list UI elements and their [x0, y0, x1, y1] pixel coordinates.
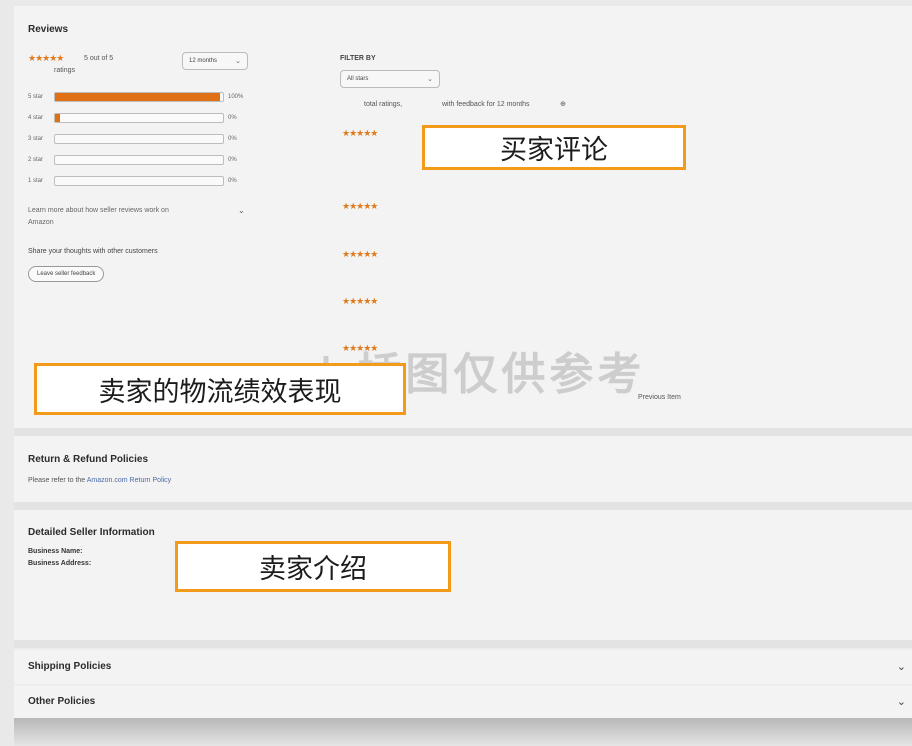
other-policies-title: Other Policies — [28, 696, 96, 707]
filter-select-value: All stars — [347, 76, 369, 82]
shipping-policies-title: Shipping Policies — [28, 661, 112, 672]
bar-label-5: 5 star — [28, 94, 44, 100]
share-thoughts-heading: Share your thoughts with other customers — [28, 248, 158, 255]
return-policies-text: Please refer to the Amazon.com Return Po… — [28, 477, 171, 484]
bar-label-3: 3 star — [28, 136, 44, 142]
rating-text: 5 out of 5 — [84, 55, 114, 62]
reviews-title: Reviews — [28, 24, 69, 35]
filter-by-label: FILTER BY — [340, 55, 376, 62]
feedback-period-text: with feedback for 12 months — [442, 101, 530, 108]
bar-label-1: 1 star — [28, 178, 44, 184]
chevron-down-icon[interactable]: ⌄ — [897, 695, 906, 708]
callout-buyer-reviews: 买家评论 — [422, 125, 686, 170]
learn-more-link-2[interactable]: Amazon — [28, 219, 54, 226]
chevron-down-icon: ⌄ — [427, 76, 433, 83]
bar-label-4: 4 star — [28, 115, 44, 121]
rating-bar-fill — [55, 93, 220, 101]
section-divider — [14, 428, 912, 436]
return-policies-section: Return & Refund Policies Please refer to… — [14, 436, 912, 502]
rating-bar-2[interactable] — [54, 155, 224, 165]
shipping-policies-section[interactable]: Shipping Policies ⌄ — [14, 650, 912, 684]
period-select[interactable]: 12 months ⌄ — [182, 52, 248, 70]
learn-more-link[interactable]: Learn more about how seller reviews work… — [28, 207, 169, 214]
detailed-seller-title: Detailed Seller Information — [28, 527, 155, 538]
section-divider — [14, 640, 912, 648]
callout-seller-intro: 卖家介绍 — [175, 541, 451, 592]
rating-bar-4[interactable] — [54, 113, 224, 123]
chevron-down-icon: ⌄ — [235, 58, 241, 65]
bar-pct-2: 0% — [228, 157, 237, 163]
review-stars-icon: ★★★★★ — [342, 128, 378, 138]
period-select-value: 12 months — [189, 58, 218, 64]
other-policies-section[interactable]: Other Policies ⌄ — [14, 686, 912, 718]
section-divider — [14, 502, 912, 510]
return-policies-prefix: Please refer to the — [28, 477, 87, 484]
total-ratings-text: total ratings, — [364, 101, 403, 108]
return-policy-link[interactable]: Amazon.com Return Policy — [87, 477, 171, 484]
chevron-down-icon[interactable]: ⌄ — [897, 660, 906, 673]
leave-feedback-button[interactable]: Leave seller feedback — [28, 266, 105, 282]
business-address-label: Business Address: — [28, 560, 92, 567]
filter-select[interactable]: All stars ⌄ — [340, 70, 440, 88]
bar-pct-4: 0% — [228, 115, 237, 121]
ratings-label: ratings — [54, 67, 76, 74]
chevron-down-icon[interactable]: ⌄ — [238, 206, 245, 215]
bar-pct-1: 0% — [228, 178, 237, 184]
callout-seller-performance: 卖家的物流绩效表现 — [34, 363, 406, 415]
rating-bar-fill — [55, 114, 61, 122]
review-stars-icon: ★★★★★ — [342, 201, 378, 211]
bar-label-2: 2 star — [28, 157, 44, 163]
review-stars-icon: ★★★★★ — [342, 249, 378, 259]
rating-stars-icon: ★★★★★ — [28, 53, 64, 63]
bar-pct-5: 100% — [228, 94, 244, 100]
rating-bar-3[interactable] — [54, 134, 224, 144]
review-stars-icon: ★★★★★ — [342, 296, 378, 306]
detailed-seller-section: Detailed Seller Information Business Nam… — [14, 510, 912, 640]
business-name-label: Business Name: — [28, 548, 83, 555]
info-icon[interactable]: ⊕ — [560, 100, 566, 108]
rating-bar-5[interactable] — [54, 92, 224, 102]
return-policies-title: Return & Refund Policies — [28, 454, 149, 465]
bottom-edge — [14, 718, 912, 746]
bar-pct-3: 0% — [228, 136, 237, 142]
rating-bar-1[interactable] — [54, 176, 224, 186]
